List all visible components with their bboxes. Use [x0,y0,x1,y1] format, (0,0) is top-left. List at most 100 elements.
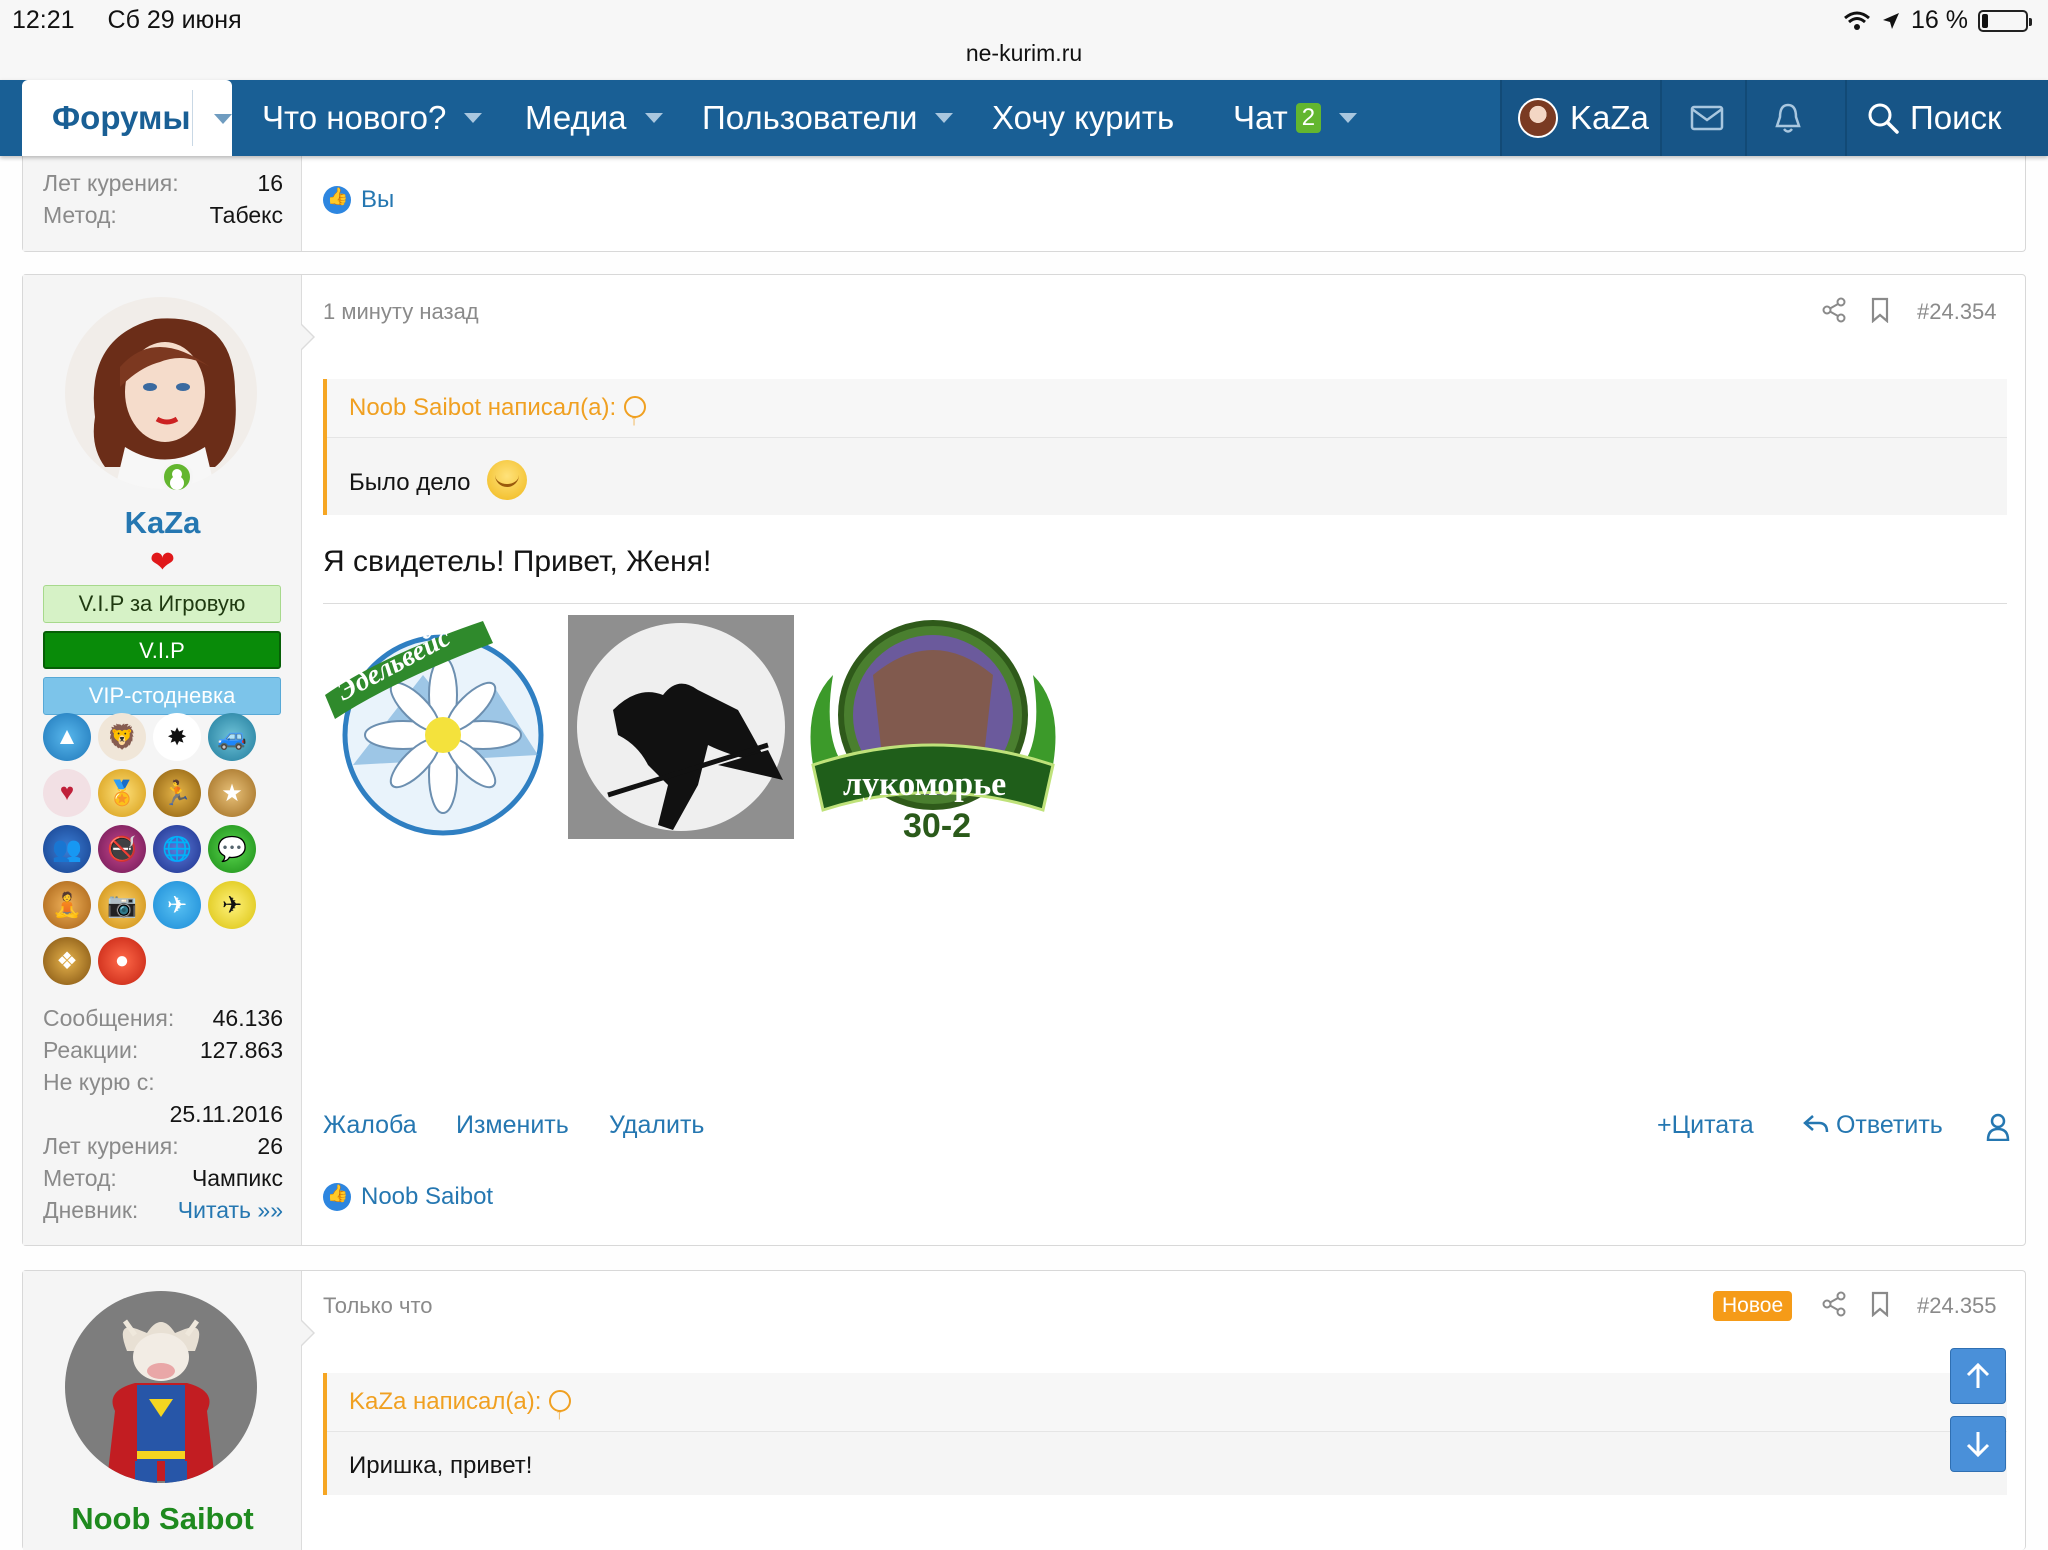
like-icon [323,186,351,214]
report-link[interactable]: Жалоба [323,1111,417,1140]
nav-alerts[interactable] [1773,80,1803,156]
post-number[interactable]: #24.355 [1917,1293,1997,1319]
status-bar: 12:21 Сб 29 июня ne-kurim.ru 16 % [0,0,2048,80]
tomato-trophy-icon[interactable]: ● [98,937,146,985]
chevron-down-icon[interactable] [644,113,663,123]
runner-trophy-icon[interactable]: 🏃 [153,769,201,817]
user-banner: V.I.P [43,631,281,669]
heart-icon: ❤ [149,546,176,579]
chevron-down-icon[interactable] [214,114,232,124]
reaction-users[interactable]: Вы [361,186,394,214]
avatar[interactable] [65,297,257,489]
chevron-down-icon[interactable] [1339,113,1358,123]
avatar [1518,98,1558,138]
trophy-list: ▲ 🦁 ✸ 🚙 ♥ 🏅 🏃 ★ 👥 🚭 🌐 💬 🧘 📷 ✈ ✈ ❖ ● [43,713,283,985]
multi-quote-button[interactable]: +Цитата [1657,1111,1754,1140]
bell-icon [1775,103,1801,133]
chevron-down-icon[interactable] [935,113,954,123]
scroll-top-button[interactable] [1950,1348,2006,1404]
quote-header[interactable]: KaZa написал(а): [327,1373,2007,1444]
reply-button-label: Ответить [1835,1111,1943,1139]
bookmark-icon[interactable] [1870,1291,1890,1317]
like-icon [323,1183,351,1211]
status-right: 16 % [1843,6,2032,35]
post-date[interactable]: Только что [323,1293,433,1319]
nav-chat[interactable]: Чат 2 [1233,80,1358,156]
arrow-up-circle-icon[interactable] [624,392,647,450]
bookmark-icon[interactable] [1870,297,1890,323]
reactions-bar[interactable]: Вы [323,186,394,214]
reactions-bar[interactable]: Noob Saibot [323,1183,493,1211]
nav-search[interactable]: Поиск [1866,80,2001,156]
wifi-icon [1844,11,1870,30]
lion-trophy-icon[interactable]: 🦁 [98,713,146,761]
diary-link[interactable]: Читать »» [178,1197,283,1224]
camera-trophy-icon[interactable]: 📷 [98,881,146,929]
post: KaZa ❤ V.I.P за Игровую V.I.P VIP-стодне… [22,274,2026,1246]
quote-block: Noob Saibot написал(а): Было дело [323,379,2007,515]
nav-inbox[interactable] [1690,80,1724,156]
people-trophy-icon[interactable]: 👥 [43,825,91,873]
user-stat: Лет курения: 26 [43,1133,283,1159]
nav-separator [1500,80,1502,156]
plus-icon: + [1657,1111,1672,1139]
nav-media-label: Медиа [525,99,627,136]
reply-button[interactable]: Ответить [1803,1111,1943,1140]
edit-link[interactable]: Изменить [456,1111,569,1140]
medal-trophy-icon[interactable]: 🏅 [98,769,146,817]
delete-link[interactable]: Удалить [609,1111,704,1140]
stars-trophy-icon[interactable]: ★ [208,769,256,817]
arrow-up-icon [1966,1362,1990,1388]
attachment-image-lukomorye[interactable]: лукоморье 30-2 [803,615,1063,841]
user-stat: Лет курения: 16 [43,170,283,196]
post-author-name[interactable]: KaZa [23,505,302,541]
car-trophy-icon[interactable]: 🚙 [208,713,256,761]
post-number[interactable]: #24.354 [1917,299,1997,325]
battery-percent: 16 % [1911,6,1968,34]
nav-separator [1745,80,1747,156]
meditation-trophy-icon[interactable]: 🧘 [43,881,91,929]
globe-trophy-icon[interactable]: 🌐 [153,825,201,873]
share-icon[interactable] [1821,297,1847,323]
scroll-bottom-button[interactable] [1950,1416,2006,1472]
quote-author[interactable]: KaZa написал(а): [349,1388,541,1415]
chat-trophy-icon[interactable]: 💬 [208,825,256,873]
location-arrow-icon [1883,12,1900,29]
nav-media[interactable]: Медиа [525,80,663,156]
attachment-image-edelweiss[interactable]: Эдельвейс [323,615,553,845]
user-stat: Дневник: Читать »» [43,1197,283,1224]
nav-want-smoke[interactable]: Хочу курить [992,80,1174,156]
mountain-trophy-icon[interactable]: ▲ [43,713,91,761]
avatar[interactable] [65,1291,257,1483]
telegram-trophy-icon[interactable]: ✈ [153,881,201,929]
nav-separator [1845,80,1847,156]
share-icon[interactable] [1821,1291,1847,1317]
user-stat: Метод: Чампикс [43,1165,283,1191]
nav-want-smoke-label: Хочу курить [992,99,1175,136]
reply-arrow-icon [1803,1115,1829,1133]
arrow-up-circle-icon[interactable] [549,1386,572,1444]
quote-author[interactable]: Noob Saibot написал(а): [349,394,616,421]
quote-button-label: Цитата [1671,1111,1754,1139]
user-stat: Сообщения: 46.136 [43,1005,283,1031]
splat-trophy-icon[interactable]: ✸ [153,713,201,761]
quote-header[interactable]: Noob Saibot написал(а): [327,379,2007,450]
nav-users[interactable]: Пользователи [702,80,954,156]
nav-account[interactable]: KaZa [1518,80,1649,156]
heart-pulse-trophy-icon[interactable]: ♥ [43,769,91,817]
post-date[interactable]: 1 минуту назад [323,299,479,325]
cigarette-trophy-icon[interactable]: 🚭 [98,825,146,873]
winged-trophy-icon[interactable]: ❖ [43,937,91,985]
post-author-name[interactable]: Noob Saibot [23,1501,302,1537]
nav-forums[interactable]: Форумы [22,80,232,156]
address-url[interactable]: ne-kurim.ru [0,40,2048,67]
avatar-kaza-image [65,297,257,489]
chevron-down-icon[interactable] [464,113,483,123]
reaction-users[interactable]: Noob Saibot [361,1183,493,1211]
attachment-image-witch[interactable] [568,615,794,839]
user-icon[interactable] [1986,1113,2010,1141]
plane-trophy-icon[interactable]: ✈ [208,881,256,929]
post-user-sidebar: KaZa ❤ V.I.P за Игровую V.I.P VIP-стодне… [23,275,302,1245]
nav-whats-new[interactable]: Что нового? [262,80,483,156]
quote-content: Было дело [327,438,2007,500]
